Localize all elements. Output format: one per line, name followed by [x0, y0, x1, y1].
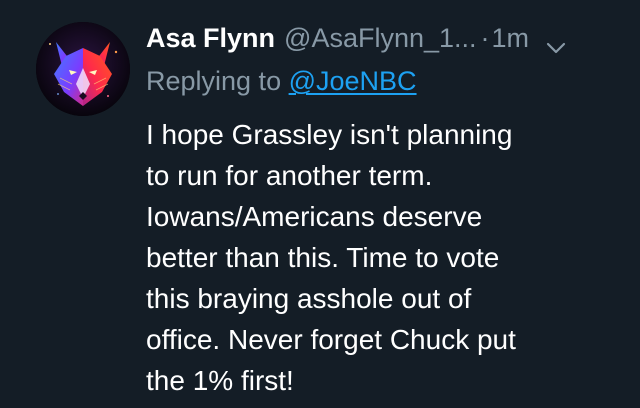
separator-dot: · [480, 22, 490, 53]
tweet-body: I hope Grassley isn't planning to run fo… [146, 114, 626, 401]
tweet-text-line: to run for another term. [146, 160, 433, 191]
chevron-down-icon[interactable] [545, 31, 567, 54]
timestamp[interactable]: 1m [492, 23, 530, 54]
tweet: Asa Flynn @AsaFlynn_1... · 1m Replying t… [0, 0, 640, 408]
user-handle[interactable]: @AsaFlynn_1... [284, 23, 477, 54]
tweet-header: Asa Flynn @AsaFlynn_1... · 1m [146, 20, 626, 56]
reply-prefix: Replying to [146, 66, 289, 96]
reply-mention-link[interactable]: @JoeNBC [289, 66, 417, 96]
tweet-text-line: this braying asshole out of [146, 283, 472, 314]
tweet-text-line: Iowans/Americans deserve [146, 201, 483, 232]
tweet-text-line: better than this. Time to vote [146, 242, 500, 273]
tweet-text-line: I hope Grassley isn't planning [146, 119, 513, 150]
display-name[interactable]: Asa Flynn [146, 23, 275, 54]
wolf-avatar-icon[interactable] [36, 22, 130, 116]
reply-context: Replying to @JoeNBC [146, 66, 417, 97]
tweet-text-line: the 1% first! [146, 365, 294, 396]
tweet-text-line: office. Never forget Chuck put [146, 324, 516, 355]
